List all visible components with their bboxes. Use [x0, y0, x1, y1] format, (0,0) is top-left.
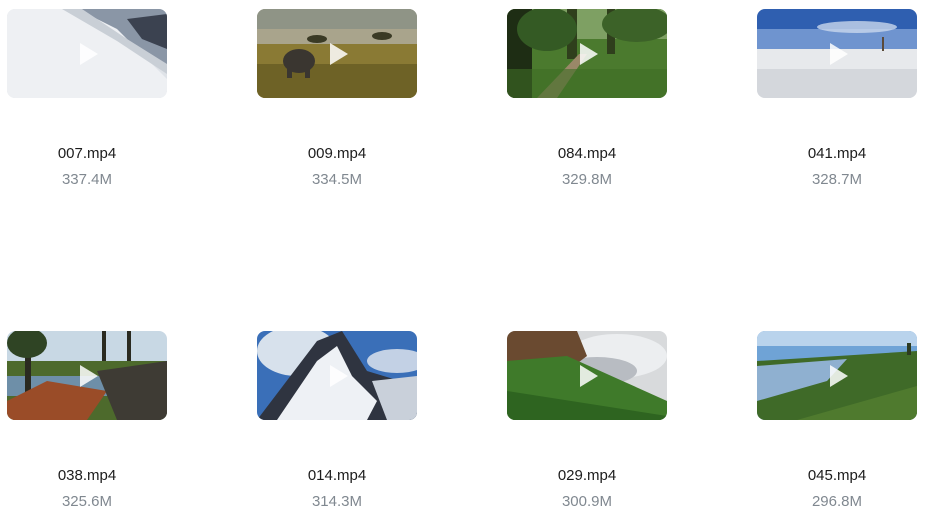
video-card[interactable]: 038.mp4 325.6M	[7, 331, 167, 510]
video-card[interactable]: 014.mp4 314.3M	[257, 331, 417, 510]
video-thumbnail[interactable]	[507, 9, 667, 98]
video-thumbnail[interactable]	[757, 331, 917, 420]
video-thumbnail[interactable]	[257, 9, 417, 98]
video-size: 314.3M	[311, 493, 363, 510]
video-thumbnail[interactable]	[7, 9, 167, 98]
video-size: 325.6M	[61, 493, 113, 510]
video-size: 328.7M	[811, 171, 863, 188]
video-name[interactable]: 009.mp4	[257, 145, 417, 162]
video-card[interactable]: 084.mp4 329.8M	[507, 9, 667, 188]
video-thumbnail[interactable]	[7, 331, 167, 420]
video-card[interactable]: 029.mp4 300.9M	[507, 331, 667, 510]
video-size: 296.8M	[811, 493, 863, 510]
play-icon	[330, 364, 348, 387]
play-icon	[80, 42, 98, 65]
play-icon	[580, 364, 598, 387]
video-card[interactable]: 041.mp4 328.7M	[757, 9, 917, 188]
play-icon	[580, 42, 598, 65]
video-card[interactable]: 007.mp4 337.4M	[7, 9, 167, 188]
video-grid: 007.mp4 337.4M 009.mp4 334.5M 084.mp4 32…	[0, 0, 936, 521]
video-thumbnail[interactable]	[757, 9, 917, 98]
video-thumbnail[interactable]	[257, 331, 417, 420]
video-name[interactable]: 041.mp4	[757, 145, 917, 162]
video-size: 337.4M	[61, 171, 113, 188]
video-card[interactable]: 009.mp4 334.5M	[257, 9, 417, 188]
video-size: 334.5M	[311, 171, 363, 188]
video-thumbnail[interactable]	[507, 331, 667, 420]
video-name[interactable]: 007.mp4	[7, 145, 167, 162]
video-card[interactable]: 045.mp4 296.8M	[757, 331, 917, 510]
play-icon	[830, 364, 848, 387]
video-size: 329.8M	[561, 171, 613, 188]
video-name[interactable]: 014.mp4	[257, 467, 417, 484]
play-icon	[830, 42, 848, 65]
play-icon	[330, 42, 348, 65]
video-name[interactable]: 038.mp4	[7, 467, 167, 484]
video-name[interactable]: 084.mp4	[507, 145, 667, 162]
video-name[interactable]: 029.mp4	[507, 467, 667, 484]
video-name[interactable]: 045.mp4	[757, 467, 917, 484]
video-size: 300.9M	[561, 493, 613, 510]
play-icon	[80, 364, 98, 387]
